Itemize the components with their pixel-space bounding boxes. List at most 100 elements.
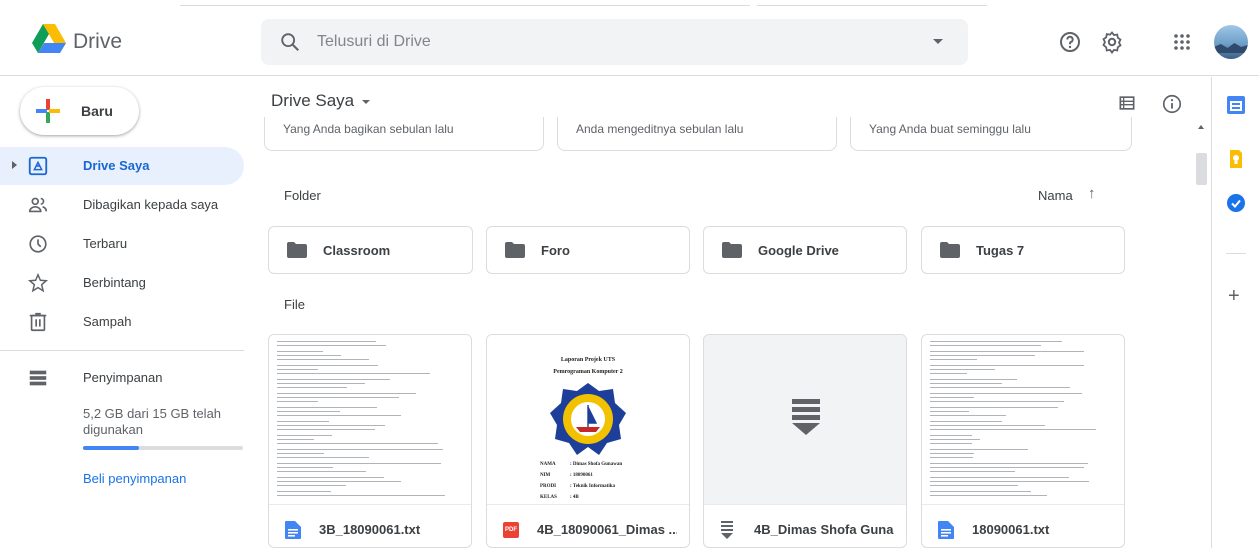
sidebar-item-shared[interactable]: Dibagikan kepada saya [0,186,244,224]
folder-item[interactable]: Classroom [268,226,473,274]
preview-text-line [277,495,445,496]
list-view-icon[interactable] [1117,93,1137,113]
folder-item[interactable]: Google Drive [703,226,907,274]
file-card[interactable]: 3B_18090061.txt [268,334,472,548]
folder-name: Tugas 7 [976,243,1025,258]
buy-storage-link[interactable]: Beli penyimpanan [83,471,186,486]
preview-text-line [930,453,975,454]
preview-text-line [930,443,973,444]
trash-icon [29,312,47,332]
file-card[interactable]: 4B_Dimas Shofa Guna... [703,334,907,548]
info-icon[interactable] [1161,93,1183,115]
drive-logo-icon[interactable] [32,24,66,54]
sidebar-item-starred[interactable]: Berbintang [0,264,244,302]
preview-text-line [930,407,1058,408]
preview-text-line [930,495,1047,496]
preview-text-line [930,359,977,360]
sidebar-item-label: Terbaru [83,236,128,251]
scrollbar[interactable] [1194,121,1209,548]
quick-access-reason: Anda mengeditnya sebulan lalu [576,122,744,136]
quick-access-card[interactable]: Anda mengeditnya sebulan lalu [557,117,837,151]
preview-text-line [930,421,1002,422]
pdf-field-row: KELAS: 4B [540,492,622,503]
archive-preview [704,335,906,505]
search-bar[interactable]: Telusuri di Drive [261,19,968,65]
preview-text-line [277,457,370,458]
scroll-up-arrow[interactable] [1198,125,1204,129]
preview-text-line [930,457,973,458]
preview-text-line [930,373,968,374]
preview-text-line [930,481,1089,482]
preview-text-line [277,439,314,440]
preview-text-line [277,453,324,454]
pdf-icon: PDF [503,522,519,538]
preview-text-line [930,383,1003,384]
star-icon [27,272,49,293]
preview-text-line [277,429,376,430]
preview-text-line [277,485,347,486]
search-input[interactable]: Telusuri di Drive [317,33,431,51]
quick-access-card[interactable]: Yang Anda bagikan sebulan lalu [264,117,544,151]
top-bar: Drive Telusuri di Drive [0,8,1259,76]
expand-arrow-icon[interactable] [12,161,17,169]
keep-icon[interactable] [1226,149,1246,169]
preview-text-line [930,401,1064,402]
preview-text-line [930,365,1085,366]
sidebar-item-label: Berbintang [83,275,146,290]
preview-text-line [277,407,377,408]
preview-text-line [277,373,431,374]
sidebar-item-label: Drive Saya [83,158,150,173]
preview-text-line [930,425,1045,426]
breadcrumb[interactable]: Drive Saya [271,91,371,111]
account-avatar[interactable] [1214,25,1248,59]
preview-text-line [277,421,330,422]
tab-line [757,5,987,6]
folder-item[interactable]: Tugas 7 [921,226,1125,274]
preview-text-line [277,491,331,492]
folder-item[interactable]: Foro [486,226,690,274]
preview-text-line [277,477,385,478]
archive-icon [721,521,733,539]
preview-text-line [930,351,1085,352]
file-name: 3B_18090061.txt [319,522,421,537]
pdf-field-key: PRODI [540,484,557,489]
sidebar-item-storage[interactable]: Penyimpanan [0,359,244,397]
add-addon-icon[interactable]: + [1228,285,1240,308]
scrollbar-thumb[interactable] [1196,153,1207,185]
page-title: Drive Saya [271,91,355,110]
pdf-field-value: : 18090061 [570,473,593,478]
sidebar-item-label: Sampah [83,314,132,329]
file-card[interactable]: 18090061.txt [921,334,1125,548]
sidebar-item-my-drive[interactable]: Drive Saya [0,147,244,185]
tab-line [180,5,750,6]
preview-text-line [277,379,390,380]
sidebar-item-trash[interactable]: Sampah [0,303,244,341]
chevron-down-icon [362,99,371,104]
preview-text-line [277,463,441,464]
tasks-icon[interactable] [1226,193,1246,213]
new-button-label: Baru [81,103,113,119]
search-options-icon[interactable] [933,39,943,44]
quick-access-card[interactable]: Yang Anda buat seminggu lalu [850,117,1132,151]
app-name[interactable]: Drive [73,30,122,54]
pdf-field-row: NAMA: Dimas Shofa Gunawan [540,459,622,470]
calendar-icon[interactable] [1226,95,1246,115]
folder-name: Foro [541,243,570,258]
sort-direction-arrow-icon[interactable]: ↑ [1088,185,1096,202]
pdf-preview: Laporan Projek UTS Pemrograman Komputer … [487,335,689,505]
search-icon[interactable] [279,31,301,53]
sidebar-item-recent[interactable]: Terbaru [0,225,244,263]
folder-icon [287,242,307,258]
preview-text-line [277,467,334,468]
preview-text-line [277,341,376,342]
new-button[interactable]: Baru [20,87,139,135]
file-name: 4B_Dimas Shofa Guna... [754,522,894,537]
preview-text-line [930,341,1063,342]
sidebar-item-label: Dibagikan kepada saya [83,197,219,212]
settings-gear-icon[interactable] [1100,30,1124,54]
sort-by-name[interactable]: Nama [1038,188,1073,203]
file-card[interactable]: Laporan Projek UTS Pemrograman Komputer … [486,334,690,548]
help-icon[interactable] [1058,30,1082,54]
apps-grid-icon[interactable] [1170,30,1194,54]
preview-text-line [930,429,1097,430]
